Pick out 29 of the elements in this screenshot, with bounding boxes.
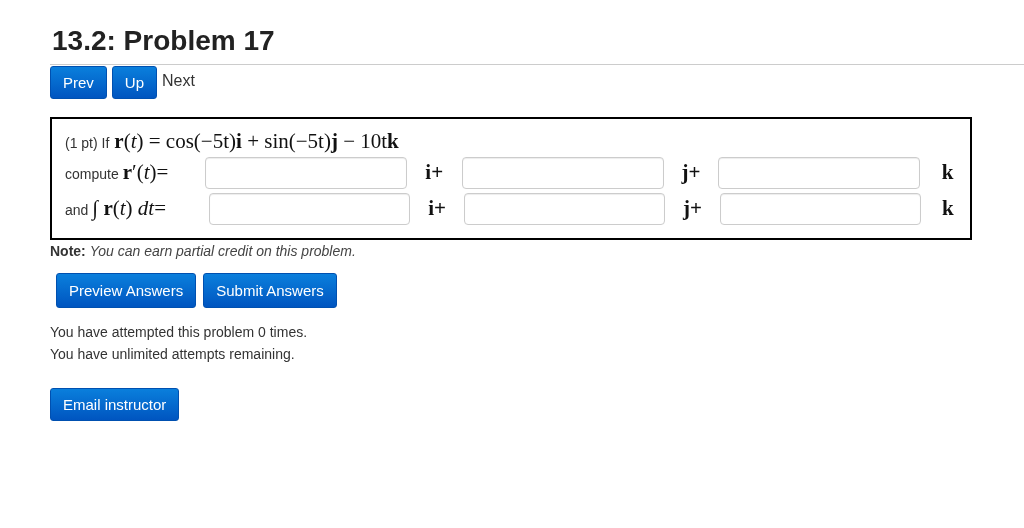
unit-vector-label: j+ [681, 196, 703, 221]
email-button[interactable]: Email instructor [50, 388, 180, 421]
status-text: You have attempted this problem 0 times. [50, 323, 309, 342]
math-expression: ∫ r(t) dt= [92, 196, 166, 221]
nav-button[interactable]: Up [111, 66, 158, 99]
input-field[interactable] [204, 156, 407, 189]
input-field[interactable] [719, 192, 921, 225]
unit-vector-label: k [940, 160, 955, 185]
prompt-text: compute [65, 166, 119, 182]
action-button[interactable]: Submit Answers [203, 273, 337, 308]
note-text: You can earn partial credit on this problem. [89, 243, 356, 259]
status-text: You have unlimited attempts remaining. [50, 345, 296, 364]
input-field[interactable] [464, 192, 666, 225]
unit-vector-label: k [940, 196, 955, 221]
input-field[interactable] [461, 156, 664, 189]
unit-vector-label: i+ [424, 160, 445, 185]
page-title: 13.2: Problem 17 [52, 24, 276, 58]
prompt-text: and [65, 202, 89, 218]
input-field[interactable] [208, 192, 410, 225]
nav-button[interactable]: Prev [50, 66, 107, 99]
unit-vector-label: i+ [427, 196, 447, 221]
input-field[interactable] [718, 156, 921, 189]
unit-vector-label: j+ [680, 160, 702, 185]
math-expression: r′(t)= [122, 160, 169, 185]
action-button[interactable]: Preview Answers [56, 273, 197, 308]
formula: r(t) = cos(−5t)i + sin(−5t)j − 10tk [114, 129, 399, 154]
nav-link-text: Next [162, 71, 195, 90]
points-label: (1 pt) If [65, 135, 110, 151]
note-label: Note: [50, 243, 86, 259]
